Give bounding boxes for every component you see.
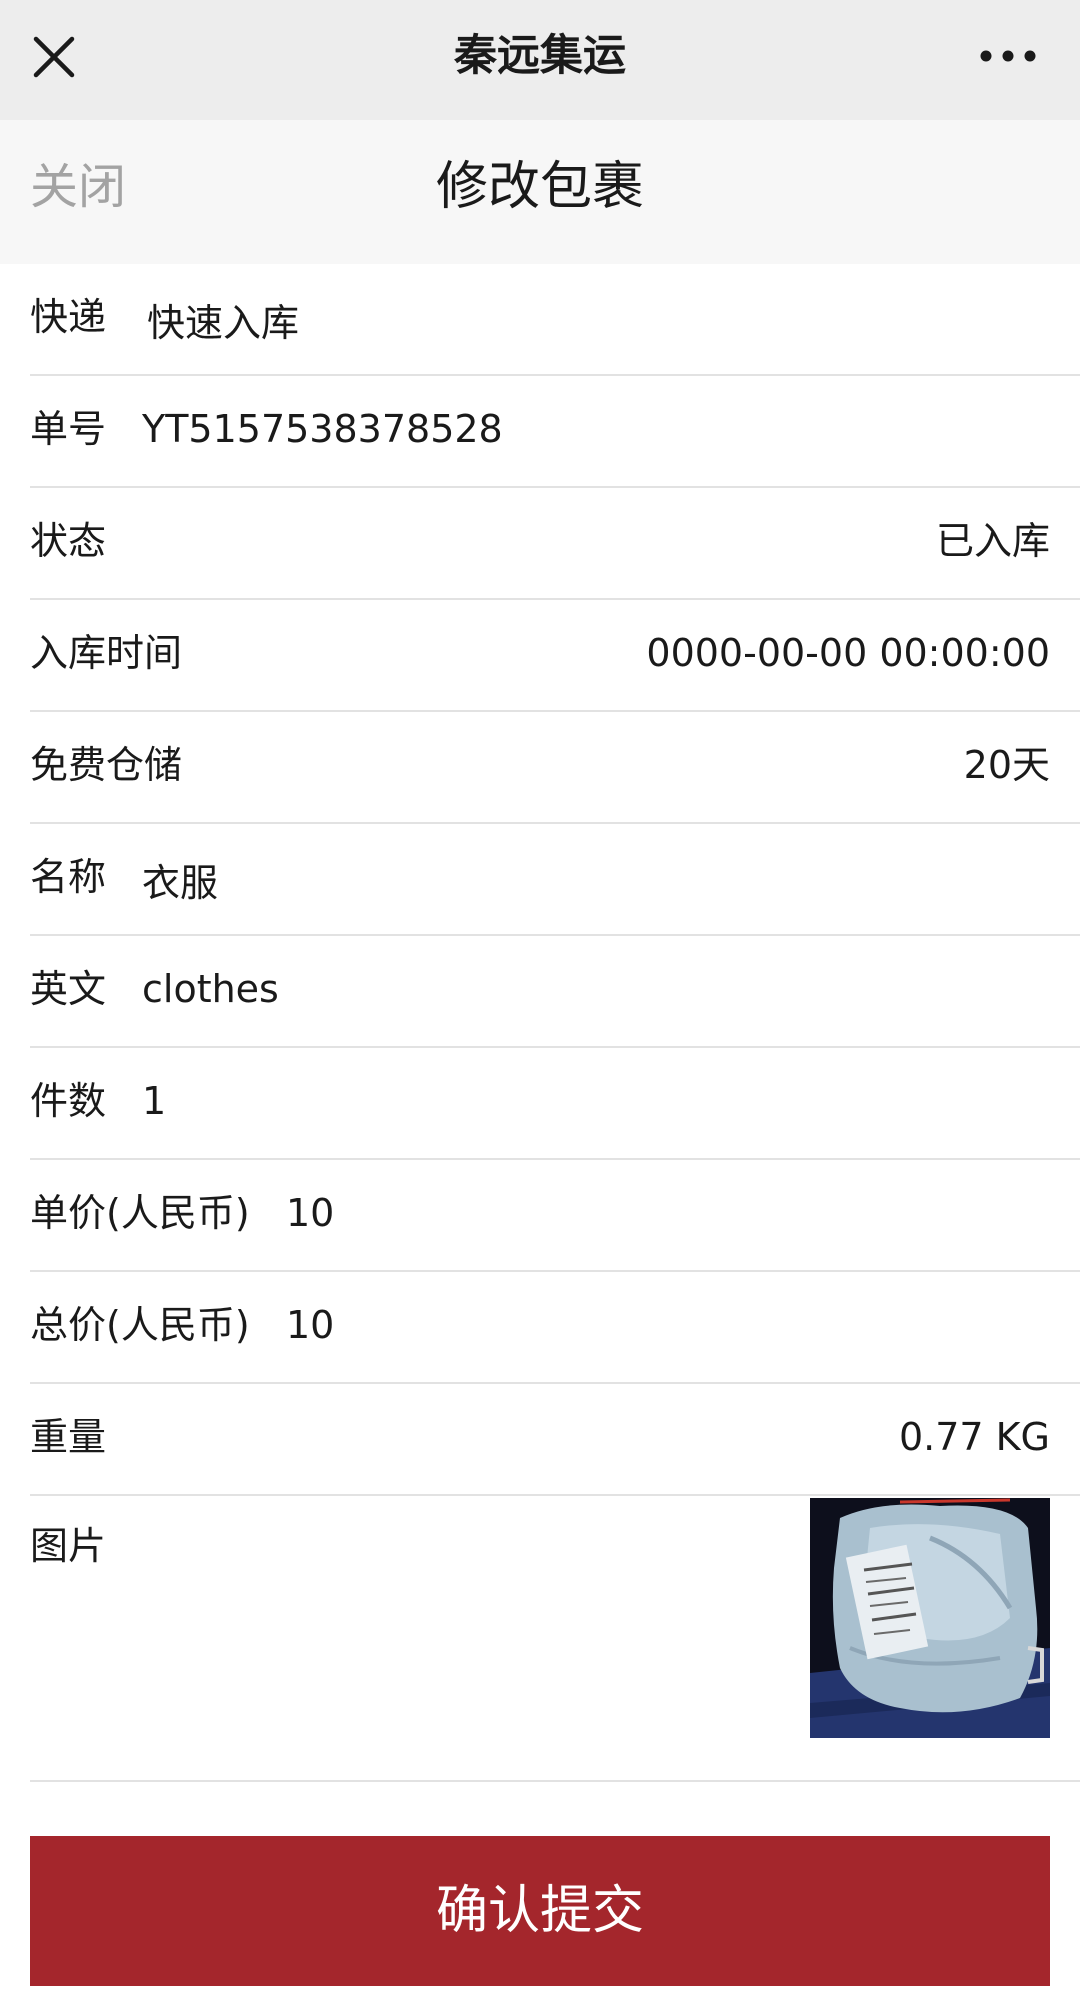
picture-label: 图片	[30, 1524, 107, 1568]
quantity-row: 件数 1	[30, 1048, 1080, 1160]
package-photo[interactable]	[810, 1498, 1050, 1738]
wechat-top-bar: 秦远集运	[0, 0, 1080, 120]
weight-value: 0.77 KG	[898, 1415, 1050, 1459]
weight-label: 重量	[30, 1415, 107, 1459]
item-name-label: 名称	[30, 855, 107, 899]
free-storage-value: 20天	[963, 743, 1050, 787]
free-storage-label: 免费仓储	[30, 743, 183, 787]
page-title: 修改包裹	[435, 157, 644, 217]
inbound-time-row: 入库时间 0000-00-00 00:00:00	[30, 600, 1080, 712]
more-icon[interactable]	[976, 40, 1040, 72]
tracking-number-row: 单号 YT5157538378528	[30, 376, 1080, 488]
unit-price-input[interactable]: 10	[286, 1160, 334, 1270]
courier-value: 快速入库	[147, 301, 300, 345]
status-label: 状态	[30, 519, 107, 563]
status-row: 状态 已入库	[30, 488, 1080, 600]
package-photo-image	[810, 1498, 1050, 1738]
quantity-input[interactable]: 1	[142, 1048, 166, 1158]
item-name-input[interactable]: 衣服	[142, 830, 218, 940]
total-price-row: 总价(人民币) 10	[30, 1272, 1080, 1384]
courier-row: 快递 快速入库	[30, 264, 1080, 376]
inbound-time-label: 入库时间	[30, 631, 183, 675]
weight-row: 重量 0.77 KG	[30, 1384, 1080, 1496]
tracking-number-label: 单号	[30, 407, 107, 451]
app-title: 秦远集运	[454, 31, 626, 81]
total-price-label: 总价(人民币)	[30, 1303, 250, 1347]
unit-price-row: 单价(人民币) 10	[30, 1160, 1080, 1272]
item-name-row: 名称 衣服	[30, 824, 1080, 936]
free-storage-row: 免费仓储 20天	[30, 712, 1080, 824]
english-name-input[interactable]: clothes	[142, 936, 279, 1046]
inbound-time-value: 0000-00-00 00:00:00	[646, 631, 1050, 675]
courier-label: 快递	[30, 295, 107, 339]
close-icon[interactable]	[30, 33, 78, 81]
picture-row: 图片	[30, 1496, 1080, 1782]
close-link[interactable]: 关闭	[30, 120, 126, 264]
english-name-label: 英文	[30, 967, 107, 1011]
tracking-number-value: YT5157538378528	[142, 407, 503, 451]
unit-price-label: 单价(人民币)	[30, 1191, 250, 1235]
status-value: 已入库	[935, 519, 1050, 563]
page-header: 关闭 修改包裹	[0, 120, 1080, 264]
package-form: 快递 快速入库 单号 YT5157538378528 状态 已入库 入库时间 0…	[30, 264, 1080, 1782]
english-name-row: 英文 clothes	[30, 936, 1080, 1048]
submit-button[interactable]: 确认提交	[30, 1836, 1050, 1986]
quantity-label: 件数	[30, 1079, 107, 1123]
total-price-value: 10	[286, 1303, 335, 1347]
